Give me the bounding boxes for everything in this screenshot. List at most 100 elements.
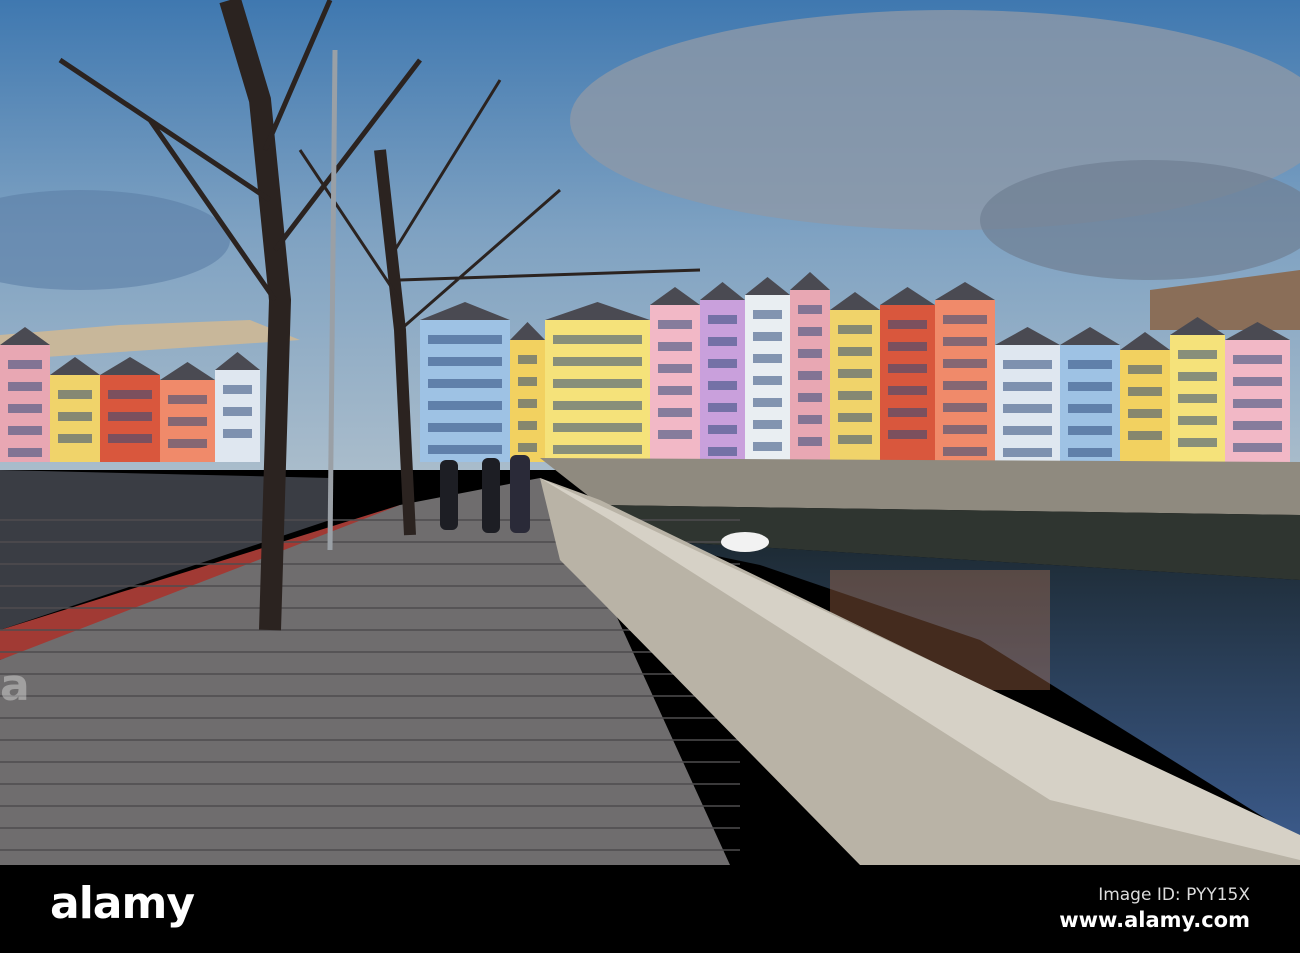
window-row <box>888 342 927 351</box>
window-row <box>888 320 927 329</box>
window-row <box>943 381 987 390</box>
window-row <box>1178 416 1217 425</box>
window-row <box>1128 431 1162 440</box>
window-row <box>943 337 987 346</box>
seagull <box>721 532 769 552</box>
window-row <box>1233 421 1282 430</box>
window-row <box>553 423 642 432</box>
window-row <box>58 390 92 399</box>
window-row <box>708 403 737 412</box>
window-row <box>798 437 822 446</box>
window-row <box>943 315 987 324</box>
window-row <box>838 325 872 334</box>
window-row <box>58 412 92 421</box>
window-row <box>838 347 872 356</box>
window-row <box>838 369 872 378</box>
window-row <box>223 385 252 394</box>
window-row <box>553 445 642 454</box>
window-row <box>1003 404 1052 413</box>
window-row <box>1068 448 1112 457</box>
window-row <box>658 386 692 395</box>
window-row <box>1178 438 1217 447</box>
window-row <box>1178 372 1217 381</box>
window-row <box>8 360 42 369</box>
window-row <box>658 320 692 329</box>
window-row <box>753 332 782 341</box>
window-row <box>518 355 537 364</box>
window-row <box>943 425 987 434</box>
window-row <box>428 401 502 410</box>
window-row <box>518 377 537 386</box>
window-row <box>1233 443 1282 452</box>
alamy-logo: alamy <box>50 878 195 929</box>
riverside-photo <box>0 0 1300 865</box>
window-row <box>888 408 927 417</box>
window-row <box>553 335 642 344</box>
window-row <box>518 421 537 430</box>
window-row <box>8 426 42 435</box>
window-row <box>1003 360 1052 369</box>
window-row <box>518 399 537 408</box>
window-row <box>708 359 737 368</box>
window-row <box>108 390 152 399</box>
window-row <box>1068 426 1112 435</box>
window-row <box>1233 355 1282 364</box>
window-row <box>753 442 782 451</box>
image-id: Image ID: PYY15X <box>1098 885 1250 905</box>
window-row <box>708 381 737 390</box>
window-row <box>838 435 872 444</box>
window-row <box>8 448 42 457</box>
window-row <box>168 439 207 448</box>
window-row <box>168 417 207 426</box>
window-row <box>1068 404 1112 413</box>
window-row <box>798 415 822 424</box>
window-row <box>518 443 537 452</box>
window-row <box>553 401 642 410</box>
window-row <box>943 447 987 456</box>
window-row <box>428 379 502 388</box>
window-row <box>753 420 782 429</box>
window-row <box>223 429 252 438</box>
window-row <box>553 379 642 388</box>
window-row <box>1128 387 1162 396</box>
window-row <box>708 425 737 434</box>
window-row <box>658 408 692 417</box>
window-row <box>1128 365 1162 374</box>
window-row <box>708 447 737 456</box>
window-row <box>1233 377 1282 386</box>
window-row <box>753 376 782 385</box>
window-row <box>428 445 502 454</box>
window-row <box>798 327 822 336</box>
window-row <box>943 403 987 412</box>
window-row <box>838 391 872 400</box>
window-row <box>108 434 152 443</box>
window-row <box>1178 350 1217 359</box>
window-row <box>708 315 737 324</box>
site-url: www.alamy.com <box>1059 908 1250 932</box>
window-row <box>1003 448 1052 457</box>
pedestrians <box>440 455 530 533</box>
window-row <box>553 357 642 366</box>
watermark-overlay: a <box>0 660 30 711</box>
window-row <box>428 423 502 432</box>
window-row <box>888 430 927 439</box>
window-row <box>658 342 692 351</box>
window-row <box>753 310 782 319</box>
window-row <box>1233 399 1282 408</box>
window-row <box>798 371 822 380</box>
window-row <box>58 434 92 443</box>
window-row <box>8 382 42 391</box>
window-row <box>1128 409 1162 418</box>
window-row <box>708 337 737 346</box>
window-row <box>798 305 822 314</box>
window-row <box>428 335 502 344</box>
window-row <box>888 364 927 373</box>
window-row <box>1003 426 1052 435</box>
window-row <box>1068 360 1112 369</box>
window-row <box>1003 382 1052 391</box>
window-row <box>658 364 692 373</box>
window-row <box>798 393 822 402</box>
window-row <box>8 404 42 413</box>
window-row <box>658 430 692 439</box>
window-row <box>798 349 822 358</box>
